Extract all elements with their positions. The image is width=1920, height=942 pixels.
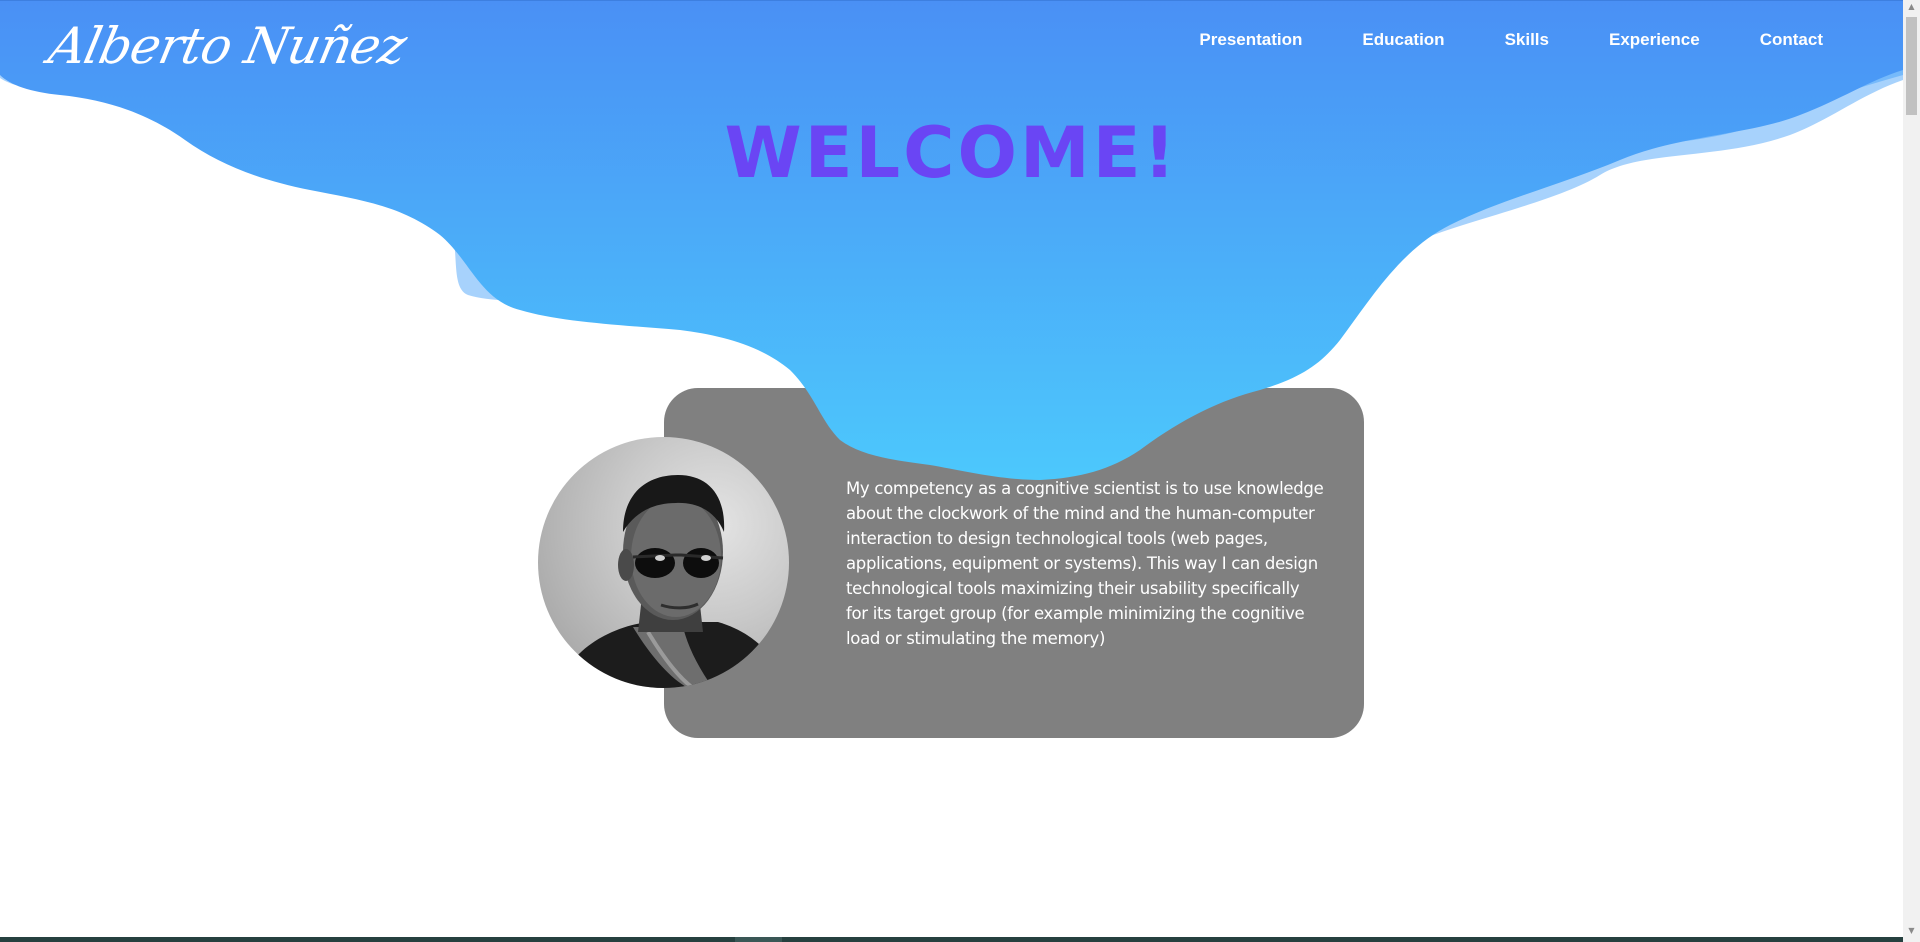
top-border — [0, 0, 1903, 1]
welcome-heading: WELCOME! — [724, 112, 1179, 194]
horizontal-scrollbar-thumb[interactable] — [735, 937, 782, 942]
site-logo[interactable]: Alberto Nuñez — [42, 8, 413, 84]
nav-item-experience[interactable]: Experience — [1609, 30, 1700, 50]
nav-item-education[interactable]: Education — [1362, 30, 1444, 50]
presentation-text: My competency as a cognitive scientist i… — [846, 479, 1324, 648]
horizontal-scrollbar[interactable] — [0, 937, 1903, 942]
nav-item-contact[interactable]: Contact — [1760, 30, 1823, 50]
page: Alberto Nuñez Presentation Education Ski… — [0, 0, 1920, 942]
main-nav: Presentation Education Skills Experience… — [1139, 30, 1823, 50]
nav-item-presentation[interactable]: Presentation — [1199, 30, 1302, 50]
vertical-scrollbar[interactable] — [1903, 0, 1920, 942]
triangle-down-icon[interactable]: ▼ — [1906, 926, 1917, 935]
profile-portrait-illustration — [558, 475, 789, 688]
vertical-scrollbar-thumb[interactable] — [1906, 17, 1917, 115]
profile-photo — [538, 437, 789, 688]
nav-item-skills[interactable]: Skills — [1505, 30, 1549, 50]
triangle-up-icon[interactable]: ▲ — [1906, 2, 1917, 11]
